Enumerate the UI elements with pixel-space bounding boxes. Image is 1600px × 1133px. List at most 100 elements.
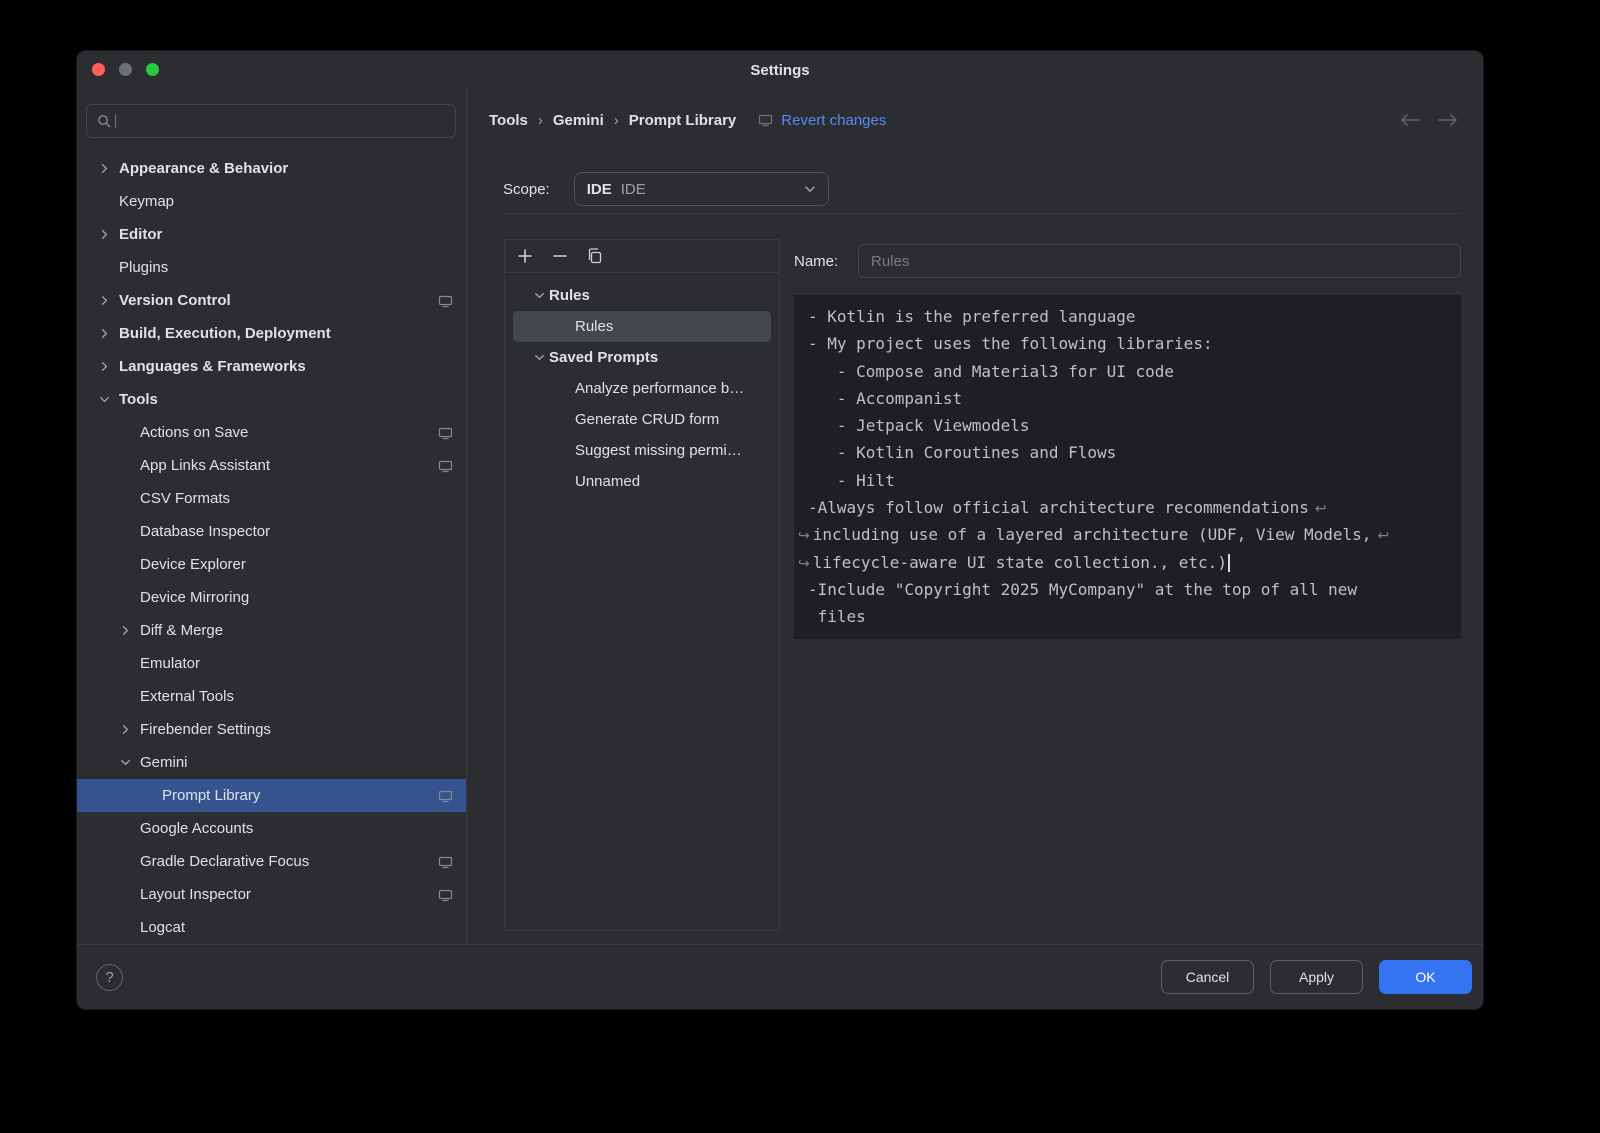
editor-line: ↪lifecycle-aware UI state collection., e… — [808, 549, 1447, 576]
ok-button[interactable]: OK — [1379, 960, 1472, 994]
sidebar-item-actions-on-save[interactable]: Actions on Save — [77, 416, 466, 449]
sidebar-item-label: Actions on Save — [140, 424, 248, 441]
chevron-down-icon[interactable] — [532, 350, 549, 365]
scope-dropdown[interactable]: IDE IDE — [574, 172, 829, 206]
breadcrumb-item-gemini[interactable]: Gemini — [553, 112, 604, 129]
prompt-item-generate-crud-form[interactable]: Generate CRUD form — [513, 404, 771, 435]
sidebar-item-label: Appearance & Behavior — [119, 160, 288, 177]
apply-button[interactable]: Apply — [1270, 960, 1363, 994]
sidebar-item-layout-inspector[interactable]: Layout Inspector — [77, 878, 466, 911]
window-title: Settings — [77, 51, 1483, 91]
sidebar-item-label: Firebender Settings — [140, 721, 271, 738]
sidebar-item-gradle-declarative-focus[interactable]: Gradle Declarative Focus — [77, 845, 466, 878]
editor-line-text: -Always follow official architecture rec… — [808, 498, 1309, 517]
sidebar-item-label: Google Accounts — [140, 820, 253, 837]
sidebar-item-gemini[interactable]: Gemini — [77, 746, 466, 779]
cancel-button[interactable]: Cancel — [1161, 960, 1254, 994]
chevron-right-icon[interactable] — [97, 227, 119, 242]
prompt-name-value: Rules — [871, 253, 909, 270]
sidebar-item-label: Diff & Merge — [140, 622, 223, 639]
dialog-footer: ? Cancel Apply OK — [77, 944, 1483, 1009]
breadcrumb-separator: › — [538, 112, 543, 129]
sidebar-item-build-execution-deployment[interactable]: Build, Execution, Deployment — [77, 317, 466, 350]
settings-search-box[interactable] — [86, 104, 456, 138]
chevron-right-icon[interactable] — [97, 326, 119, 341]
prompt-item-label: Saved Prompts — [549, 349, 658, 366]
sidebar-item-editor[interactable]: Editor — [77, 218, 466, 251]
editor-line: - Jetpack Viewmodels — [808, 412, 1447, 439]
ide-scope-icon — [438, 294, 453, 308]
prompt-group-rules[interactable]: Rules — [513, 280, 771, 311]
prompt-editor[interactable]: - Kotlin is the preferred language- My p… — [794, 295, 1461, 639]
prompt-detail: Name: Rules - Kotlin is the preferred la… — [794, 239, 1461, 944]
help-button[interactable]: ? — [96, 964, 123, 991]
sidebar-item-diff-merge[interactable]: Diff & Merge — [77, 614, 466, 647]
breadcrumb: Tools›Gemini›Prompt Library — [489, 112, 736, 129]
scope-divider — [502, 213, 1460, 214]
prompt-item-rules[interactable]: Rules — [513, 311, 771, 342]
soft-wrap-end-icon: ↩ — [1377, 528, 1389, 544]
settings-main: Tools›Gemini›Prompt Library Revert chang… — [467, 89, 1483, 944]
editor-line: -Include "Copyright 2025 MyCompany" at t… — [808, 576, 1447, 603]
editor-line: files — [808, 603, 1447, 630]
breadcrumb-item-prompt-library[interactable]: Prompt Library — [629, 112, 737, 129]
remove-prompt-button[interactable] — [548, 244, 572, 268]
sidebar-item-languages-frameworks[interactable]: Languages & Frameworks — [77, 350, 466, 383]
sidebar-item-database-inspector[interactable]: Database Inspector — [77, 515, 466, 548]
sidebar-item-prompt-library[interactable]: Prompt Library — [77, 779, 466, 812]
revert-changes-link[interactable]: Revert changes — [781, 112, 886, 129]
prompt-name-input[interactable]: Rules — [858, 244, 1461, 278]
prompt-item-unnamed[interactable]: Unnamed — [513, 466, 771, 497]
sidebar-item-device-mirroring[interactable]: Device Mirroring — [77, 581, 466, 614]
sidebar-item-external-tools[interactable]: External Tools — [77, 680, 466, 713]
sidebar-item-keymap[interactable]: Keymap — [77, 185, 466, 218]
traffic-lights — [92, 63, 159, 76]
prompt-tree: RulesRules Saved Prompts Analyze performan… — [505, 273, 779, 497]
sidebar-item-label: Gemini — [140, 754, 188, 771]
sidebar-item-logcat[interactable]: Logcat — [77, 911, 466, 944]
chevron-right-icon[interactable] — [97, 293, 119, 308]
prompt-group-saved-prompts[interactable]: Saved Prompts — [513, 342, 771, 373]
sidebar-item-google-accounts[interactable]: Google Accounts — [77, 812, 466, 845]
chevron-down-icon — [802, 181, 818, 197]
sidebar-item-label: Device Explorer — [140, 556, 246, 573]
breadcrumb-item-tools[interactable]: Tools — [489, 112, 528, 129]
copy-prompt-button[interactable] — [583, 244, 607, 268]
sidebar-item-tools[interactable]: Tools — [77, 383, 466, 416]
chevron-right-icon[interactable] — [118, 623, 140, 638]
settings-search-input[interactable] — [119, 112, 446, 130]
editor-line-text: - My project uses the following librarie… — [808, 334, 1213, 353]
scope-row: Scope: IDE IDE — [467, 172, 1483, 206]
chevron-down-icon[interactable] — [532, 288, 549, 303]
forward-icon[interactable] — [1437, 112, 1459, 128]
prompt-item-analyze-performance-b[interactable]: Analyze performance b… — [513, 373, 771, 404]
close-button[interactable] — [92, 63, 105, 76]
sidebar-item-csv-formats[interactable]: CSV Formats — [77, 482, 466, 515]
minimize-button[interactable] — [119, 63, 132, 76]
chevron-down-icon[interactable] — [97, 392, 119, 407]
sidebar-item-label: Emulator — [140, 655, 200, 672]
chevron-right-icon[interactable] — [118, 722, 140, 737]
chevron-right-icon[interactable] — [97, 359, 119, 374]
zoom-button[interactable] — [146, 63, 159, 76]
sidebar-item-version-control[interactable]: Version Control — [77, 284, 466, 317]
prompt-item-suggest-missing-permi[interactable]: Suggest missing permi… — [513, 435, 771, 466]
sidebar-item-device-explorer[interactable]: Device Explorer — [77, 548, 466, 581]
sidebar-item-appearance-behavior[interactable]: Appearance & Behavior — [77, 152, 466, 185]
sidebar-item-label: Keymap — [119, 193, 174, 210]
chevron-down-icon[interactable] — [118, 755, 140, 770]
soft-wrap-start-icon: ↪ — [798, 556, 810, 572]
prompt-item-label: Generate CRUD form — [575, 411, 719, 428]
scope-label: Scope: — [503, 181, 550, 198]
add-prompt-button[interactable] — [513, 244, 537, 268]
back-icon[interactable] — [1399, 112, 1421, 128]
sidebar-item-emulator[interactable]: Emulator — [77, 647, 466, 680]
chevron-right-icon[interactable] — [97, 161, 119, 176]
editor-line-text: - Kotlin Coroutines and Flows — [808, 443, 1116, 462]
sidebar-item-firebender-settings[interactable]: Firebender Settings — [77, 713, 466, 746]
editor-line: - My project uses the following librarie… — [808, 330, 1447, 357]
sidebar-item-label: Device Mirroring — [140, 589, 249, 606]
sidebar-item-plugins[interactable]: Plugins — [77, 251, 466, 284]
sidebar-item-app-links-assistant[interactable]: App Links Assistant — [77, 449, 466, 482]
editor-line-text: - Jetpack Viewmodels — [808, 416, 1030, 435]
